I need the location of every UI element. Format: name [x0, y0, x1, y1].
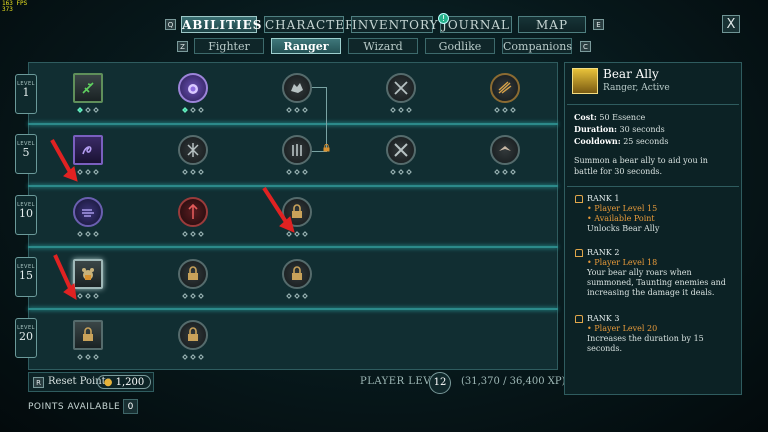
rank-effect: Increases the duration by 15 seconds. [587, 334, 704, 353]
rank-3-block: RANK 3 • Player Level 20 Increases the d… [574, 314, 732, 354]
rank-1-block: RANK 1 • Player Level 15 • Available Poi… [574, 194, 732, 234]
rank-requirement: • Player Level 15 [587, 204, 658, 213]
rank-requirement: • Player Level 18 [587, 258, 658, 267]
cost-line: Cost: 50 Essence [574, 112, 645, 122]
reset-cost-value: 1,200 [115, 377, 145, 388]
rank-requirement: • Player Level 20 [587, 324, 658, 333]
rank-title: RANK 3 [574, 314, 732, 324]
divider [567, 186, 739, 187]
cost-value: 50 Essence [599, 113, 646, 122]
reset-points-button[interactable]: R Reset Points ● 1,200 [28, 372, 154, 392]
coin-icon: ● [103, 377, 113, 388]
cooldown-line: Cooldown: 25 seconds [574, 136, 668, 146]
player-level-value: 12 [429, 372, 451, 394]
rank-title: RANK 2 [574, 248, 732, 258]
reset-cost: ● 1,200 [97, 375, 151, 389]
rank-effect: Your bear ally roars when summoned, Taun… [587, 268, 726, 297]
divider [567, 104, 739, 105]
r-key-hint: R [33, 377, 44, 388]
cooldown-label: Cooldown: [574, 136, 621, 146]
bear-ally-icon [572, 68, 598, 94]
detail-title: Bear Ally [603, 67, 659, 81]
points-available-value: 0 [123, 399, 138, 414]
cooldown-value: 25 seconds [623, 137, 669, 146]
points-available-label: POINTS AVAILABLE [28, 402, 121, 412]
rank-2-block: RANK 2 • Player Level 18 Your bear ally … [574, 248, 732, 298]
detail-subtitle: Ranger, Active [603, 83, 670, 93]
rank-title: RANK 1 [574, 194, 732, 204]
duration-value: 30 seconds [619, 125, 665, 134]
duration-label: Duration: [574, 124, 617, 134]
rank-effect: Unlocks Bear Ally [587, 224, 660, 233]
cost-label: Cost: [574, 112, 597, 122]
duration-line: Duration: 30 seconds [574, 124, 665, 134]
rank-requirement: • Available Point [587, 214, 655, 223]
ability-description: Summon a bear ally to aid you in battle … [574, 156, 708, 176]
xp-progress: (31,370 / 36,400 XP) [461, 376, 566, 387]
red-arrow-icon [50, 139, 295, 300]
